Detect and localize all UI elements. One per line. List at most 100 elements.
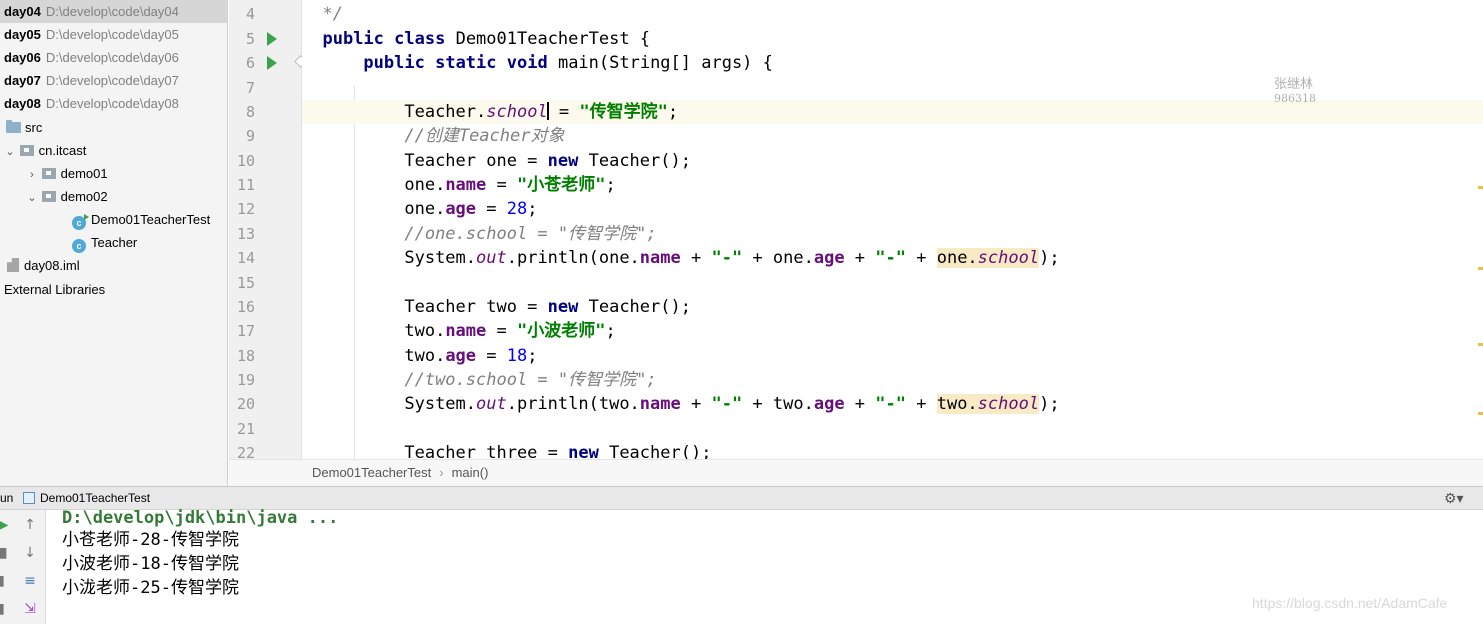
code-line-6: public static void main(String[] args) { <box>302 51 1483 75</box>
arrow-down-icon[interactable]: ↓ <box>21 544 39 562</box>
code-text: Teacher(); <box>598 443 712 459</box>
string-literal: "-" <box>875 394 906 414</box>
module-name: day07 <box>4 73 41 88</box>
line-number: 11 <box>236 176 255 194</box>
project-item-day05[interactable]: day05 D:\develop\code\day05 <box>0 23 179 46</box>
code-line-13: //one.school = "传智学院"; <box>302 222 1483 246</box>
code-text: = <box>486 175 517 195</box>
package-icon <box>41 191 56 202</box>
keyword: static <box>435 53 497 73</box>
module-name: day08 <box>4 96 41 111</box>
code-line-19: //two.school = "传智学院"; <box>302 368 1483 392</box>
error-stripe-marker[interactable] <box>1478 343 1483 346</box>
code-text: + <box>906 248 937 268</box>
line-number: 13 <box>236 225 255 243</box>
string-literal: "小苍老师" <box>516 175 606 195</box>
gear-icon[interactable]: ⚙▾ <box>1444 487 1464 510</box>
code-text: .println(two. <box>506 394 640 414</box>
breadcrumb-method[interactable]: main() <box>452 465 489 480</box>
code-text: System. <box>404 394 477 414</box>
string-literal: "-" <box>711 248 743 268</box>
arrow-up-icon[interactable]: ↑ <box>21 516 39 534</box>
project-item-day08-iml[interactable]: day08.iml <box>0 254 80 277</box>
run-toolbar: ▶ ↑ ■ ↓ ▮ ≡ ▮ ⇲ <box>0 510 46 624</box>
module-name: day06 <box>4 50 41 65</box>
scroll-to-end-icon[interactable]: ⇲ <box>21 600 39 618</box>
project-item-teacher[interactable]: c Teacher <box>0 231 137 254</box>
code-line-18: two.age = 18; <box>302 344 1483 368</box>
chevron-down-icon[interactable]: ⌄ <box>26 187 38 210</box>
module-path: D:\develop\code\day05 <box>45 27 179 42</box>
code-text: = <box>476 346 507 366</box>
project-item-day04[interactable]: day04 D:\develop\code\day04 <box>0 0 227 23</box>
pause-icon[interactable]: ▮ <box>0 572 10 590</box>
run-config-icon <box>23 492 35 504</box>
static-field: school <box>486 102 548 122</box>
field: name <box>639 248 681 268</box>
code-text: = <box>476 199 507 219</box>
project-item-demo02[interactable]: ⌄ demo02 <box>0 185 107 210</box>
dump-icon[interactable]: ▮ <box>0 600 10 618</box>
code-text: ; <box>667 102 679 122</box>
project-item-demo01teachertest[interactable]: c Demo01TeacherTest <box>0 208 210 231</box>
run-main-icon[interactable] <box>267 56 277 70</box>
code-text: System. <box>404 248 477 268</box>
keyword: class <box>394 29 446 49</box>
watermark-name: 张继林 <box>1274 77 1314 92</box>
project-item-src[interactable]: src <box>0 116 42 139</box>
code-text: two. <box>404 321 446 341</box>
comment: //创建Teacher对象 <box>404 126 565 146</box>
console-command-line: D:\develop\jdk\bin\java ... <box>62 508 339 528</box>
code-text: Teacher(); <box>578 151 691 171</box>
error-stripe-marker[interactable] <box>1478 186 1483 189</box>
error-stripe-marker[interactable] <box>1478 412 1483 415</box>
static-field: out <box>476 248 507 268</box>
keyword: new <box>568 443 599 459</box>
file-name: day08.iml <box>24 258 80 273</box>
soft-wrap-icon[interactable]: ≡ <box>21 572 39 590</box>
run-class-icon[interactable] <box>267 32 277 46</box>
code-text: one. <box>404 199 446 219</box>
code-editor[interactable]: */ public class Demo01TeacherTest { publ… <box>302 0 1483 459</box>
class-name: Demo01TeacherTest <box>91 212 211 227</box>
class-name: Teacher <box>91 235 138 250</box>
module-path: D:\develop\code\day06 <box>45 50 179 65</box>
code-line-5: public class Demo01TeacherTest { <box>302 27 1483 51</box>
keyword: public <box>363 53 425 73</box>
project-item-day06[interactable]: day06 D:\develop\code\day06 <box>0 46 179 69</box>
stop-icon[interactable]: ■ <box>0 544 10 562</box>
rerun-icon[interactable]: ▶ <box>0 516 12 534</box>
project-item-demo01[interactable]: › demo01 <box>0 162 107 187</box>
package-icon <box>41 168 56 179</box>
line-number: 6 <box>245 54 255 72</box>
project-item-external-libraries[interactable]: External Libraries <box>0 278 105 301</box>
code-text: Demo01TeacherTest { <box>445 29 651 49</box>
code-text: = <box>548 102 580 122</box>
code-text: ; <box>527 346 538 366</box>
chevron-down-icon[interactable]: ⌄ <box>4 141 16 164</box>
project-item-day07[interactable]: day07 D:\develop\code\day07 <box>0 69 179 92</box>
project-item-cn-itcast[interactable]: ⌄ cn.itcast <box>0 139 86 162</box>
field: name <box>639 394 681 414</box>
module-path: D:\develop\code\day07 <box>45 73 179 88</box>
line-number: 21 <box>236 420 255 438</box>
string-literal: "-" <box>875 248 906 268</box>
field: age <box>445 346 477 366</box>
number-literal: 18 <box>506 346 528 366</box>
code-text: one. <box>936 248 978 268</box>
project-item-day08[interactable]: day08 D:\develop\code\day08 <box>0 92 179 115</box>
line-number: 18 <box>236 347 255 365</box>
run-tool-label[interactable]: un <box>0 487 13 510</box>
line-number: 8 <box>245 103 255 121</box>
breadcrumb-class[interactable]: Demo01TeacherTest <box>312 465 431 480</box>
code-line-22: Teacher three = new Teacher(); <box>302 441 1483 459</box>
error-stripe-marker[interactable] <box>1478 267 1483 270</box>
module-path: D:\develop\code\day08 <box>45 96 179 111</box>
code-text: + <box>844 394 876 414</box>
static-access-warning[interactable]: two.school <box>936 394 1040 414</box>
line-number: 5 <box>245 30 255 48</box>
comment: //one.school = "传智学院"; <box>404 224 657 244</box>
chevron-right-icon[interactable]: › <box>26 164 38 187</box>
field: name <box>445 321 487 341</box>
static-access-warning[interactable]: one.school <box>936 248 1040 268</box>
